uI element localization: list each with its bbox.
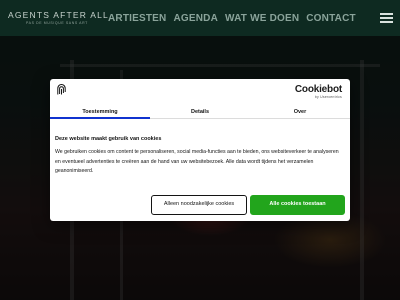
nav-item-contact[interactable]: CONTACT [306,13,356,24]
main-nav: ARTIESTEN AGENDA WAT WE DOEN CONTACT [108,13,356,24]
nav-item-artiesten[interactable]: ARTIESTEN [108,13,166,24]
cookiebot-logo[interactable]: Cookiebot by Usercentrics [294,84,342,100]
allow-all-cookies-button[interactable]: Alle cookies toestaan [250,195,345,215]
cookiebot-brand: Cookiebot [294,84,342,95]
fingerprint-icon[interactable] [57,84,66,95]
cookiebot-brand-sub: by Usercentrics [314,95,342,99]
dialog-heading: Deze website maakt gebruik van cookies [55,136,162,142]
necessary-cookies-button[interactable]: Alleen noodzakelijke cookies [151,195,247,215]
nav-item-wat-we-doen[interactable]: WAT WE DOEN [225,13,299,24]
nav-item-agenda[interactable]: AGENDA [173,13,218,24]
logo-title[interactable]: AGENTS AFTER ALL [8,10,109,20]
cookie-consent-dialog: Cookiebot by Usercentrics Toestemming De… [50,79,350,221]
consent-tabs: Toestemming Details Over [50,105,350,119]
dialog-body-text: We gebruiken cookies om content te perso… [55,149,339,174]
tab-over[interactable]: Over [250,105,350,118]
tab-toestemming[interactable]: Toestemming [50,105,150,119]
site-header: AGENTS AFTER ALL PAS DE MUSIQUE SANS ART… [0,0,400,36]
hamburger-icon[interactable] [380,13,393,23]
logo-subtitle: PAS DE MUSIQUE SANS ART [26,21,88,25]
tab-details[interactable]: Details [150,105,250,118]
